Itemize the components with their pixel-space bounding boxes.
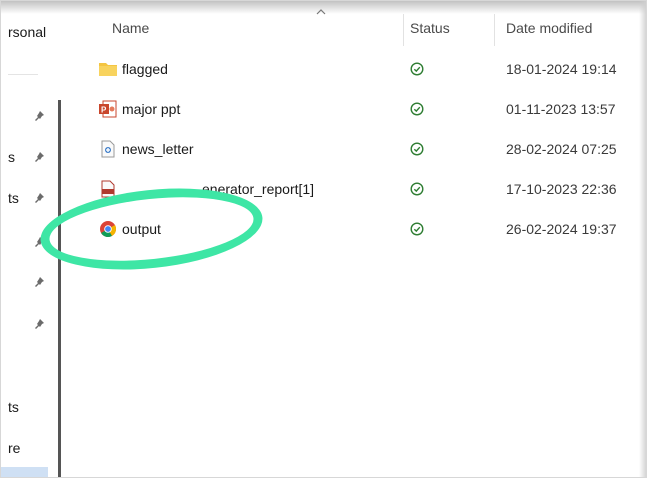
window-frame — [0, 0, 647, 478]
